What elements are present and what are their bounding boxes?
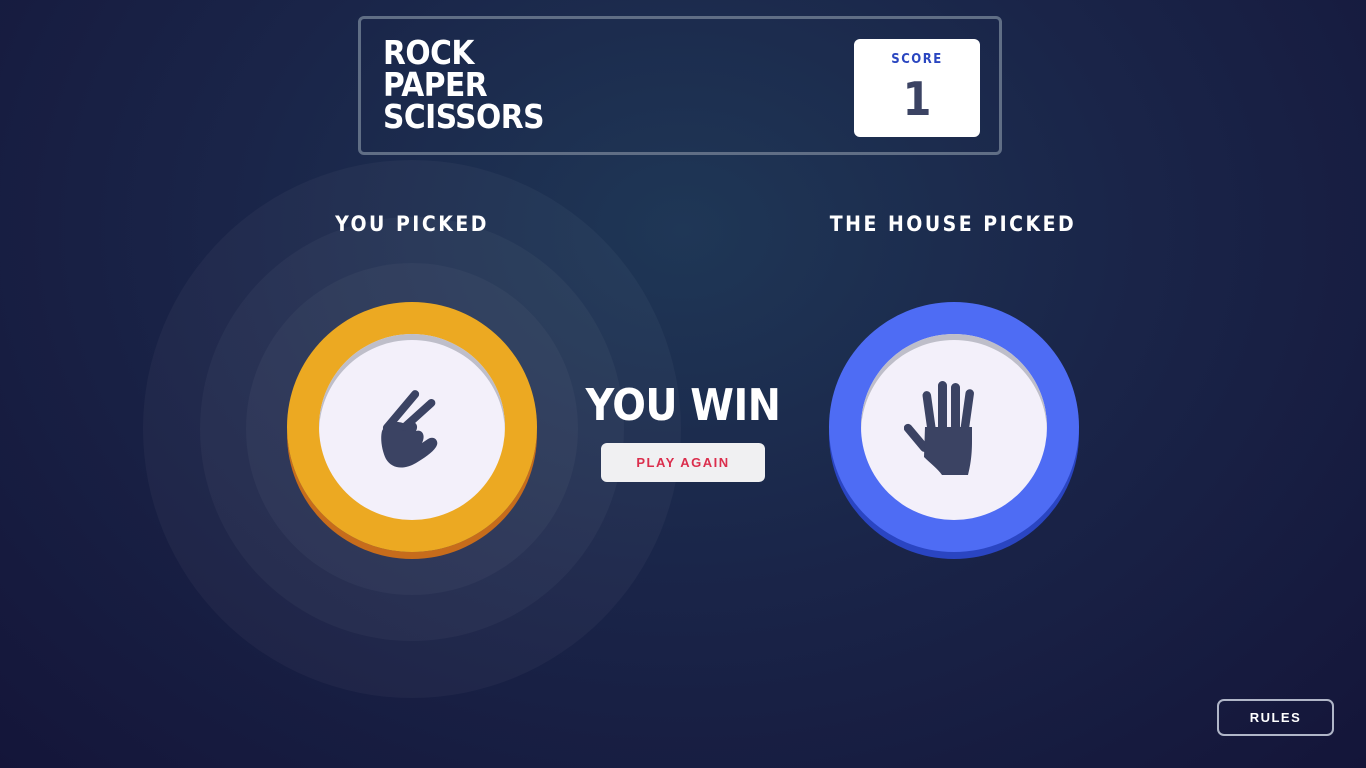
- token-face: [319, 334, 505, 520]
- play-again-button[interactable]: PLAY AGAIN: [601, 443, 765, 482]
- house-paper-token: [829, 302, 1079, 552]
- game-logo: ROCK PAPER SCISSORS: [383, 36, 544, 136]
- scissors-icon: [381, 390, 438, 468]
- score-box: SCORE 1: [854, 39, 980, 137]
- logo-line-scissors: SCISSORS: [383, 97, 544, 136]
- rules-button[interactable]: RULES: [1217, 699, 1334, 736]
- paper-icon: [904, 381, 974, 475]
- house-pick-title: THE HOUSE PICKED: [829, 212, 1077, 236]
- player-scissors-token: [287, 302, 537, 552]
- score-label: SCORE: [891, 52, 943, 67]
- token-face: [861, 334, 1047, 520]
- result-text: YOU WIN: [585, 380, 781, 431]
- score-value: 1: [902, 72, 932, 126]
- player-pick-title: YOU PICKED: [335, 212, 489, 236]
- game-header: ROCK PAPER SCISSORS SCORE 1: [358, 16, 1002, 155]
